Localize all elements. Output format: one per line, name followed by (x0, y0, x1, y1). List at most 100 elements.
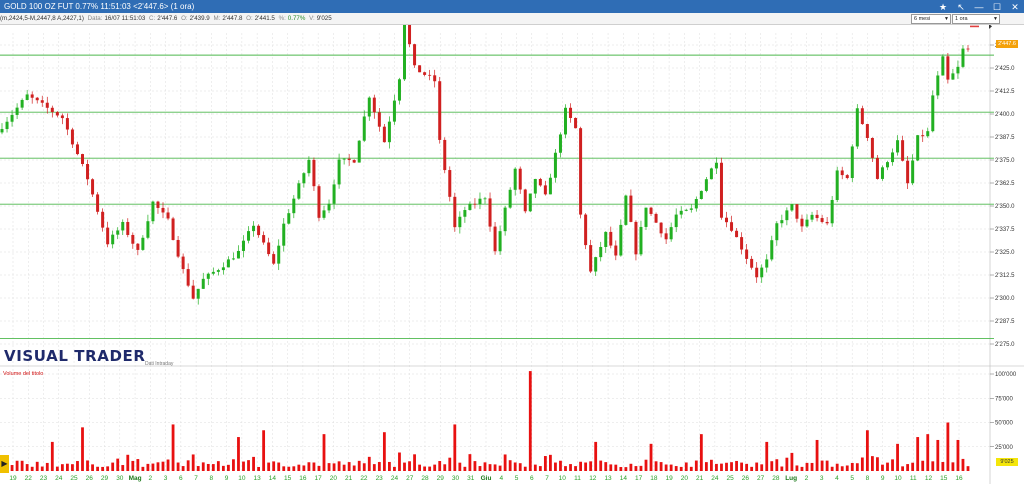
volume-bar (614, 464, 618, 471)
date-axis: 19 22 23 24 25 26 29 30 Mag 2 3 6 7 8 9 10 13 14 15 16 17 20 2… (9, 475, 963, 482)
date-tick-label: 5 (850, 475, 854, 482)
candle-body (433, 75, 437, 82)
volume-bar (201, 462, 205, 471)
date-tick-label: 18 (650, 475, 658, 482)
date-tick-label: 8 (866, 475, 870, 482)
volume-bar (559, 460, 562, 471)
candle-body (327, 203, 331, 211)
volume-bar (845, 465, 849, 471)
window-title: GOLD 100 OZ FUT 0.77% 11:51:03 <2'447.6>… (4, 2, 195, 11)
date-tick-label: 13 (254, 475, 262, 482)
volume-bar (609, 464, 613, 471)
volume-bar (252, 456, 255, 471)
volume-bar (589, 461, 593, 471)
date-tick-label: 7 (194, 475, 198, 482)
candle-body (901, 140, 905, 161)
minimize-icon[interactable]: — (974, 2, 984, 12)
candle-body (403, 25, 406, 80)
volume-bar (45, 462, 49, 471)
period-select[interactable]: 6 mesi ▼ (911, 14, 951, 24)
candle-body (408, 25, 412, 45)
volume-bar (543, 456, 547, 471)
volume-bar (257, 466, 260, 471)
candle-body (428, 74, 432, 76)
candle-body (287, 213, 291, 224)
last-volume-tag: 9'025 (996, 458, 1018, 466)
volume-bar (25, 464, 29, 471)
volume-bar (951, 462, 955, 471)
candle-body (533, 178, 537, 194)
volume-bar (689, 466, 693, 471)
price-tick-label: 2'450.0 (995, 25, 1015, 26)
candle-body (694, 199, 698, 209)
volume-bar (891, 459, 894, 471)
volume-bar (418, 464, 421, 471)
volume-bar (564, 466, 567, 471)
volume-bar (312, 462, 316, 471)
candle-body (579, 128, 583, 215)
volume-bar (704, 462, 708, 471)
candle-body (96, 194, 100, 212)
volume-bar (66, 463, 69, 471)
candle-body (86, 163, 90, 180)
candle-body (317, 186, 321, 218)
candle-body (946, 56, 950, 80)
candle-body (870, 137, 874, 158)
volume-bar (604, 462, 608, 471)
candle-body (216, 270, 220, 272)
date-tick-label: 24 (55, 475, 63, 482)
date-tick-label: 6 (530, 475, 534, 482)
volume-bar (317, 465, 321, 471)
volume-bar (624, 467, 628, 471)
volume-bar (372, 464, 376, 471)
candle-body (750, 258, 754, 268)
candle-body (423, 72, 427, 75)
volume-bar (936, 439, 940, 471)
volume-title: Volume del titolo (3, 371, 44, 377)
volume-bar (186, 460, 190, 471)
date-tick-label: Giu (481, 475, 492, 482)
candle-body (483, 198, 487, 200)
volume-bar (287, 466, 291, 471)
volume-bar (518, 463, 522, 471)
volume-bar (216, 461, 220, 471)
candle-body (443, 139, 447, 171)
date-tick-label: 28 (421, 475, 429, 482)
candle-body (906, 160, 910, 184)
close-value: 2'447.6 (157, 15, 178, 22)
volume-bar (634, 466, 638, 471)
candle-body (156, 201, 160, 208)
close-icon[interactable]: ✕ (1010, 2, 1020, 12)
volume-bar (815, 439, 819, 471)
candle-body (644, 207, 648, 227)
expand-panel-button[interactable]: ▶ (0, 455, 9, 473)
volume-bar (101, 466, 105, 471)
volume-bar (800, 466, 804, 471)
date-tick-label: 4 (835, 475, 839, 482)
arrow-icon[interactable]: ↖ (956, 2, 966, 12)
candle-body (875, 157, 879, 179)
candle-body (730, 222, 734, 231)
candle-body (956, 66, 960, 74)
date-tick-label: 3 (164, 475, 168, 482)
candle-body (916, 135, 920, 161)
high-label: M: (213, 15, 221, 22)
volume-bar (106, 466, 110, 471)
candle-body (604, 231, 608, 247)
date-tick-label: 2 (805, 475, 809, 482)
volume-bar (30, 466, 34, 471)
interval-select[interactable]: 1 ora ▼ (952, 14, 1000, 24)
candle-body (921, 135, 925, 137)
volume-bar (322, 434, 326, 471)
volume-bar (448, 457, 452, 471)
volume-bar (408, 461, 411, 471)
star-icon[interactable]: ★ (938, 2, 948, 12)
chart-area[interactable]: 2'450.02'437.52'425.02'412.52'400.02'387… (0, 25, 1024, 484)
date-tick-label: 17 (315, 475, 323, 482)
candle-body (594, 257, 598, 272)
candle-body (367, 97, 371, 117)
volume-bar (881, 464, 884, 471)
candle-body (277, 245, 281, 264)
candle-body (15, 107, 19, 115)
maximize-icon[interactable]: ☐ (992, 2, 1002, 12)
